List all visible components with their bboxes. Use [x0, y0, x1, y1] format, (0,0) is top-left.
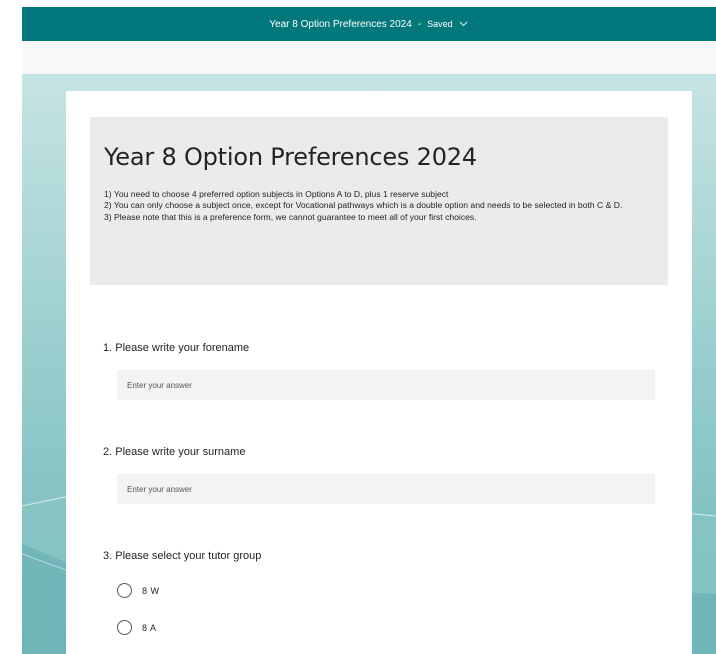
question-tutor-group-title: 3. Please select your tutor group [103, 550, 262, 562]
question-surname-title: 2. Please write your surname [103, 446, 246, 458]
radio-button[interactable] [117, 620, 132, 635]
radio-option-8w[interactable]: 8 W [117, 583, 160, 598]
top-bar: Year 8 Option Preferences 2024 - Saved [22, 7, 716, 41]
description-line: 2) You can only choose a subject once, e… [104, 200, 623, 211]
title-separator: - [417, 18, 422, 30]
save-status[interactable]: Saved [427, 19, 453, 29]
form-header: Year 8 Option Preferences 2024 1) You ne… [90, 117, 668, 285]
description-line: 3) Please note that this is a preference… [104, 211, 477, 222]
form-card: Year 8 Option Preferences 2024 1) You ne… [66, 91, 692, 654]
question-forename-title: 1. Please write your forename [103, 342, 250, 354]
radio-option-label: 8 A [142, 622, 157, 633]
form-title-label[interactable]: Year 8 Option Preferences 2024 [269, 19, 412, 30]
description-line: 1) You need to choose 4 preferred option… [104, 189, 449, 199]
radio-button[interactable] [117, 583, 132, 598]
form-description: 1) You need to choose 4 preferred option… [104, 189, 668, 223]
page-title: Year 8 Option Preferences 2024 [104, 143, 477, 171]
forename-input[interactable] [117, 370, 655, 400]
surname-input[interactable] [117, 474, 655, 504]
chevron-down-icon[interactable] [459, 19, 469, 29]
radio-option-8a[interactable]: 8 A [117, 620, 157, 635]
radio-option-label: 8 W [142, 585, 160, 596]
toolbar-strip [22, 41, 716, 74]
